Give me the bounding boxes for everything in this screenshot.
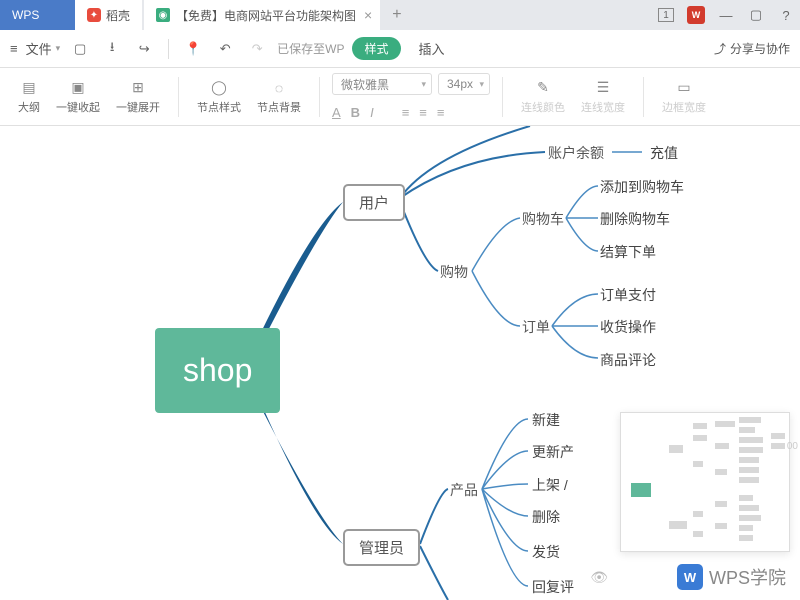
- maximize-button[interactable]: ▢: [742, 1, 770, 29]
- node-shopping[interactable]: 购物: [440, 262, 468, 282]
- node-order-receive[interactable]: 收货操作: [600, 317, 656, 337]
- export-icon[interactable]: ↪: [132, 37, 156, 61]
- tab-add[interactable]: +: [380, 0, 410, 30]
- node-prod-shelf[interactable]: 上架 /: [532, 475, 568, 495]
- help-button[interactable]: ?: [772, 1, 800, 29]
- collapse-all-button[interactable]: ▣一键收起: [50, 77, 106, 117]
- tab-insert[interactable]: 插入: [419, 39, 445, 58]
- wps-logo[interactable]: W: [682, 1, 710, 29]
- node-ship[interactable]: 发货: [532, 542, 560, 562]
- font-size-select[interactable]: 34px: [438, 73, 490, 95]
- save-icon[interactable]: ▢: [68, 37, 92, 61]
- wps-watermark-logo: W: [677, 564, 703, 590]
- node-prod-update[interactable]: 更新产: [532, 442, 574, 462]
- menubar: ≡ 文件▾ ▢ ⭳ ↪ 📍 ↶ ↷ 已保存至WP 样式 插入 ⤴ 分享与协作: [0, 30, 800, 68]
- mindmap-canvas[interactable]: shop 用户 管理员 账户余额 充值 购物 购物车 添加到购物车 删除购物车 …: [0, 126, 800, 600]
- font-color-button[interactable]: A: [332, 105, 341, 120]
- node-cart-del[interactable]: 删除购物车: [600, 209, 670, 229]
- eye-icon[interactable]: 👁: [590, 569, 608, 586]
- mindmap-doc-icon: ◉: [156, 8, 170, 22]
- expand-all-button[interactable]: ⊞一键展开: [110, 77, 166, 117]
- menu-hamburger-icon[interactable]: ≡: [10, 41, 18, 56]
- close-icon[interactable]: ×: [364, 7, 372, 23]
- align-center-button[interactable]: ≡: [419, 105, 427, 120]
- titlebar: WPS ✦稻壳 ◉ 【免费】电商网站平台功能架构图 × + 1 W — ▢ ?: [0, 0, 800, 30]
- undo-icon[interactable]: ↶: [213, 37, 237, 61]
- align-left-button[interactable]: ≡: [402, 105, 410, 120]
- menu-file[interactable]: 文件▾: [26, 39, 61, 58]
- align-right-button[interactable]: ≡: [437, 105, 445, 120]
- node-recharge[interactable]: 充值: [650, 143, 678, 163]
- redo-icon[interactable]: ↷: [245, 37, 269, 61]
- line-color-button[interactable]: ✎连线颜色: [515, 77, 571, 117]
- zoom-value: 00: [787, 441, 798, 452]
- node-user[interactable]: 用户: [343, 184, 405, 221]
- border-width-button[interactable]: ▭边框宽度: [656, 77, 712, 117]
- format-painter-icon[interactable]: 📍: [181, 37, 205, 61]
- save-status: 已保存至WP: [277, 40, 344, 57]
- node-bg-button[interactable]: ◌节点背景: [251, 77, 307, 117]
- doc-title: 【免费】电商网站平台功能架构图: [176, 7, 356, 24]
- window-count[interactable]: 1: [652, 1, 680, 29]
- share-icon: ⤴: [714, 40, 726, 57]
- watermark: W WPS学院: [677, 564, 786, 590]
- line-width-button[interactable]: ☰连线宽度: [575, 77, 631, 117]
- node-order-review[interactable]: 商品评论: [600, 350, 656, 370]
- toolbar: ▤大纲 ▣一键收起 ⊞一键展开 ◯节点样式 ◌节点背景 微软雅黑 34px A …: [0, 68, 800, 126]
- fire-icon: ✦: [87, 8, 101, 22]
- node-root[interactable]: shop: [155, 328, 280, 413]
- node-cart-checkout[interactable]: 结算下单: [600, 242, 656, 262]
- node-style-button[interactable]: ◯节点样式: [191, 77, 247, 117]
- node-order[interactable]: 订单: [522, 317, 550, 337]
- font-family-select[interactable]: 微软雅黑: [332, 73, 432, 95]
- node-order-pay[interactable]: 订单支付: [600, 285, 656, 305]
- node-cart-add[interactable]: 添加到购物车: [600, 177, 684, 197]
- tab-style[interactable]: 样式: [352, 37, 400, 60]
- tab-wps[interactable]: WPS: [0, 0, 75, 30]
- outline-button[interactable]: ▤大纲: [12, 77, 46, 117]
- node-product[interactable]: 产品: [450, 480, 478, 500]
- bold-button[interactable]: B: [351, 105, 360, 120]
- minimap[interactable]: [620, 412, 790, 552]
- node-prod-new[interactable]: 新建: [532, 410, 560, 430]
- node-admin[interactable]: 管理员: [343, 529, 420, 566]
- node-reply[interactable]: 回复评: [532, 577, 574, 597]
- node-cart[interactable]: 购物车: [522, 209, 564, 229]
- separator: [168, 39, 169, 59]
- tab-document[interactable]: ◉ 【免费】电商网站平台功能架构图 ×: [144, 0, 380, 30]
- node-prod-delete[interactable]: 删除: [532, 507, 560, 527]
- share-button[interactable]: ⤴ 分享与协作: [714, 40, 790, 57]
- italic-button[interactable]: I: [370, 105, 374, 120]
- download-icon[interactable]: ⭳: [100, 37, 124, 61]
- tab-docer[interactable]: ✦稻壳: [75, 0, 142, 30]
- node-balance[interactable]: 账户余额: [548, 143, 604, 163]
- minimize-button[interactable]: —: [712, 1, 740, 29]
